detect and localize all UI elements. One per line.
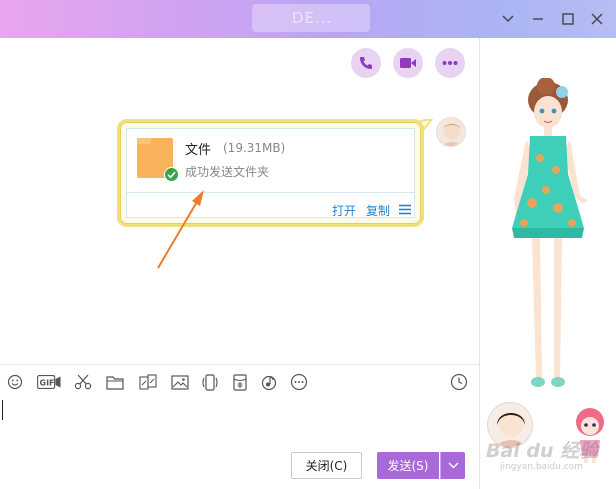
emoji-icon[interactable]	[5, 372, 25, 392]
copy-link[interactable]: 复制	[366, 202, 390, 219]
gif-label: GIF	[40, 379, 55, 388]
title-bar: DE...	[0, 0, 616, 38]
check-circle-icon	[164, 167, 179, 182]
close-button[interactable]: 关闭(C)	[291, 452, 362, 479]
minimize-icon[interactable]	[527, 8, 549, 30]
text-caret	[2, 400, 3, 420]
more-dots-icon	[442, 61, 458, 65]
avatar[interactable]	[436, 117, 466, 147]
send-options-button[interactable]	[440, 452, 465, 479]
message-input[interactable]	[0, 396, 479, 442]
music-icon[interactable]	[259, 372, 279, 392]
history-clock-icon[interactable]	[449, 372, 469, 392]
open-link[interactable]: 打开	[332, 202, 356, 219]
file-size: (19.31MB)	[223, 141, 286, 155]
chevron-down-icon	[448, 462, 458, 469]
video-camera-icon	[400, 58, 416, 68]
dressed-character-illustration	[512, 78, 588, 387]
chevron-down-icon[interactable]	[497, 8, 519, 30]
file-status: 成功发送文件夹	[185, 165, 270, 179]
file-name: 文件	[185, 143, 212, 158]
input-divider	[0, 364, 479, 365]
scissors-icon[interactable]	[73, 372, 93, 392]
annotation-arrow-icon	[157, 190, 204, 269]
image-icon[interactable]	[170, 372, 190, 392]
folder-icon[interactable]	[105, 372, 125, 392]
gallery-icon[interactable]	[138, 372, 158, 392]
shake-icon[interactable]	[200, 372, 220, 392]
send-button[interactable]: 发送(S)	[377, 452, 439, 479]
window-title: DE...	[292, 9, 333, 27]
close-icon[interactable]	[586, 8, 608, 30]
show-panel	[479, 38, 616, 489]
maximize-icon[interactable]	[557, 8, 579, 30]
menu-icon[interactable]	[399, 204, 411, 215]
phone-icon	[360, 57, 372, 69]
more-icon[interactable]	[289, 372, 309, 392]
watermark-url: jingyan.baidu.com	[500, 462, 584, 472]
more-button[interactable]	[435, 48, 465, 78]
gif-icon[interactable]: GIF	[36, 372, 62, 392]
voice-call-button[interactable]	[351, 48, 381, 78]
red-packet-icon[interactable]	[230, 372, 250, 392]
watermark-brand: Bai du 经验	[486, 440, 599, 462]
video-call-button[interactable]	[393, 48, 423, 78]
bubble-tail	[418, 117, 435, 131]
